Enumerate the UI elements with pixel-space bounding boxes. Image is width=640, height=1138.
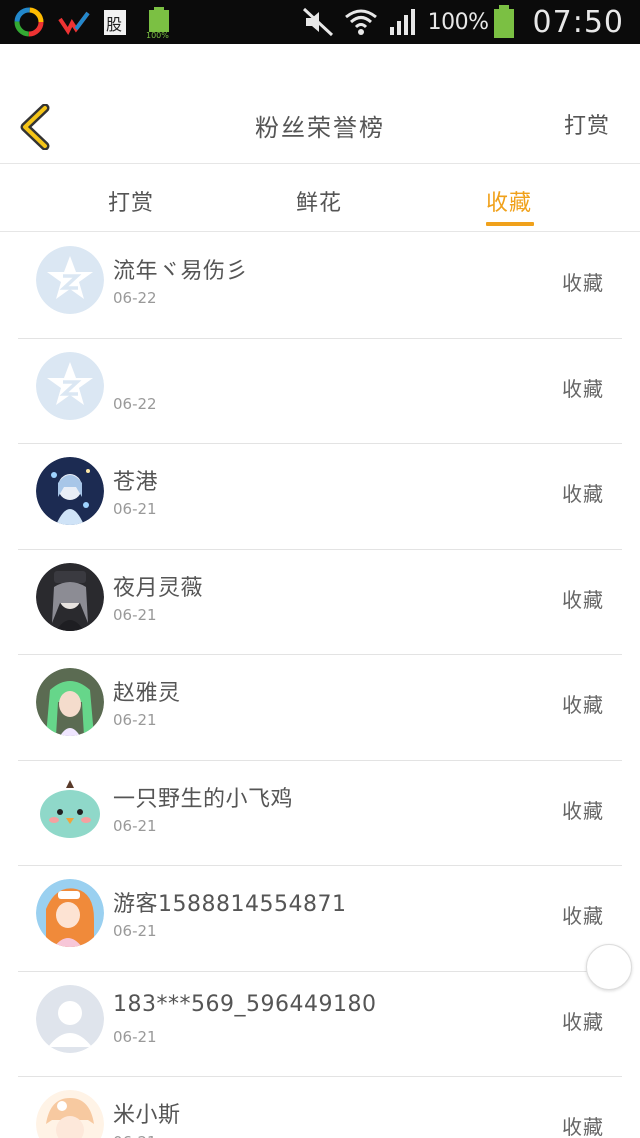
list-item[interactable]: 苍港 06-21 收藏 xyxy=(18,444,622,550)
clock: 07:50 xyxy=(532,4,624,40)
fan-date: 06-21 xyxy=(113,816,157,835)
fan-date: 06-22 xyxy=(113,394,157,413)
favorite-label: 收藏 xyxy=(562,1009,604,1034)
browser-icon xyxy=(14,7,44,37)
avatar xyxy=(36,457,104,525)
favorite-label: 收藏 xyxy=(562,376,604,401)
reward-button[interactable]: 打赏 xyxy=(564,108,610,140)
status-bar: 股 100% 100% 07:50 xyxy=(0,0,640,44)
fan-name: 米小斯 xyxy=(113,1103,181,1128)
avatar xyxy=(36,984,104,1053)
avatar xyxy=(36,879,104,947)
active-tab-indicator xyxy=(486,222,534,226)
fan-name: 183***569_596449180 xyxy=(113,991,377,1017)
favorite-label: 收藏 xyxy=(562,482,604,506)
avatar xyxy=(36,246,104,314)
favorite-label: 收藏 xyxy=(562,271,604,295)
fan-name: 赵雅灵 xyxy=(113,681,181,706)
fan-date: 06-21 xyxy=(113,1027,157,1046)
fan-name: 夜月灵薇 xyxy=(113,575,204,601)
anime-avatar-icon xyxy=(36,1090,104,1138)
tab-reward[interactable]: 打赏 xyxy=(108,185,154,217)
check-app-icon xyxy=(58,7,90,37)
avatar xyxy=(36,1090,104,1138)
list-item[interactable]: 流年ヾ易伤彡 06-22 收藏 xyxy=(18,233,622,339)
notification-icons: 股 100% xyxy=(14,7,190,40)
default-person-avatar-icon xyxy=(36,984,104,1053)
avatar xyxy=(36,773,104,842)
fan-name: 苍港 xyxy=(113,470,159,495)
tab-favorites[interactable]: 收藏 xyxy=(486,185,532,217)
battery-app-icon: 100% xyxy=(146,7,176,40)
list-item[interactable]: 一只野生的小飞鸡 06-21 收藏 xyxy=(18,761,622,866)
avatar xyxy=(36,351,104,420)
anime-avatar-icon xyxy=(36,562,104,631)
list-item[interactable]: 夜月灵薇 06-21 收藏 xyxy=(18,550,622,655)
bird-avatar-icon xyxy=(36,773,104,842)
floating-assistive-button[interactable] xyxy=(586,944,632,990)
favorite-label: 收藏 xyxy=(562,798,604,823)
stock-icon: 股 xyxy=(102,7,132,37)
fan-date: 06-21 xyxy=(113,1133,157,1138)
fan-name: 流年ヾ易伤彡 xyxy=(113,259,249,284)
fan-date: 06-21 xyxy=(113,922,157,940)
list-item[interactable]: 赵雅灵 06-21 收藏 xyxy=(18,655,622,761)
anime-avatar-icon xyxy=(36,457,104,525)
fan-name: 游客15888145548​71 xyxy=(113,892,347,917)
default-qq-avatar-icon xyxy=(36,246,104,314)
default-qq-avatar-icon xyxy=(36,351,104,420)
page-title: 粉丝荣誉榜 xyxy=(255,114,385,142)
list-item[interactable]: 米小斯 06-21 收藏 xyxy=(18,1077,622,1138)
list-item[interactable]: 游客15888145548​71 06-21 收藏 xyxy=(18,866,622,972)
tab-bar: 打赏 鲜花 收藏 xyxy=(0,165,640,232)
favorite-label: 收藏 xyxy=(562,904,604,928)
tab-flowers[interactable]: 鲜花 xyxy=(296,185,342,217)
avatar xyxy=(36,668,104,736)
mute-icon xyxy=(302,7,333,37)
fan-date: 06-22 xyxy=(113,289,157,307)
battery-percent: 100% xyxy=(427,9,489,35)
fan-list: 流年ヾ易伤彡 06-22 收藏 06-22 收藏 苍港 06-21 收藏 夜月灵… xyxy=(0,233,640,1138)
favorite-label: 收藏 xyxy=(562,587,604,612)
favorite-label: 收藏 xyxy=(562,1115,604,1138)
avatar xyxy=(36,562,104,631)
fan-name: 一只野生的小飞鸡 xyxy=(113,786,294,812)
list-item[interactable]: 183***569_596449180 06-21 收藏 xyxy=(18,972,622,1077)
fan-date: 06-21 xyxy=(113,605,157,624)
anime-avatar-icon xyxy=(36,668,104,736)
fan-date: 06-21 xyxy=(113,711,157,729)
wifi-icon xyxy=(344,9,377,35)
signal-icon xyxy=(389,9,415,35)
anime-avatar-icon xyxy=(36,879,104,947)
list-item[interactable]: 06-22 收藏 xyxy=(18,339,622,444)
battery-icon xyxy=(493,5,514,38)
svg-text:100%: 100% xyxy=(146,31,169,39)
favorite-label: 收藏 xyxy=(562,693,604,717)
fan-date: 06-21 xyxy=(113,500,157,518)
svg-text:股: 股 xyxy=(106,15,122,34)
system-status: 100% 07:50 xyxy=(302,0,624,44)
top-bar: 粉丝荣誉榜 打赏 xyxy=(0,44,640,164)
